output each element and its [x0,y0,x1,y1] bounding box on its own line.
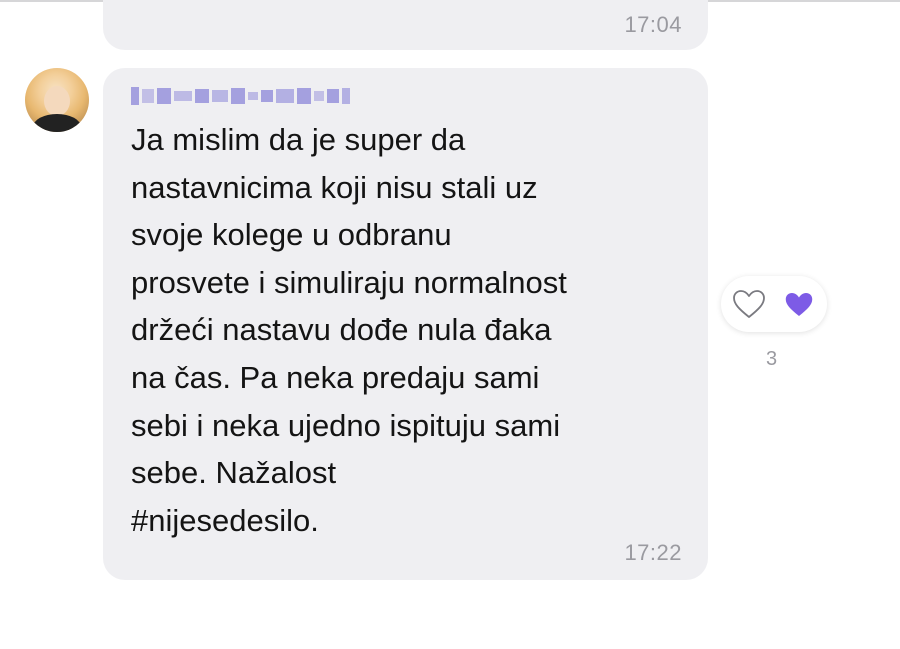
reaction-count: 3 [766,348,778,370]
message-time: 17:22 [624,540,682,565]
pixel-block [131,87,139,105]
sender-avatar[interactable] [25,68,89,132]
liked-reaction-indicator[interactable] [781,286,817,322]
reaction-bar [721,276,827,332]
pixel-block [327,89,339,103]
pixel-block [248,92,258,100]
pixel-block [157,88,171,104]
message-bubble[interactable]: Ja mislim da je super da nastavnicima ko… [103,68,708,580]
chat-screen: 17:04 Ja mislim da je super da nastavnic… [0,0,900,649]
message-text: Ja mislim da je super da nastavnicima ko… [131,122,567,538]
previous-message-bubble[interactable]: 17:04 [103,0,708,50]
pixel-block [261,90,273,102]
avatar-face [44,86,70,116]
pixel-block [342,88,350,104]
pixel-block [314,91,324,101]
pixel-block [195,89,209,103]
sender-name-pixelated [131,86,386,106]
pixel-block [276,89,294,103]
pixel-block [231,88,245,104]
heart-outline-icon [733,290,765,318]
previous-message-time: 17:04 [624,12,682,37]
heart-filled-icon [785,292,813,316]
like-reaction-button[interactable] [731,286,767,322]
pixel-block [297,88,311,104]
pixel-block [142,89,154,103]
pixel-block [174,91,192,101]
pixel-block [212,90,228,102]
avatar-shirt [33,114,81,132]
